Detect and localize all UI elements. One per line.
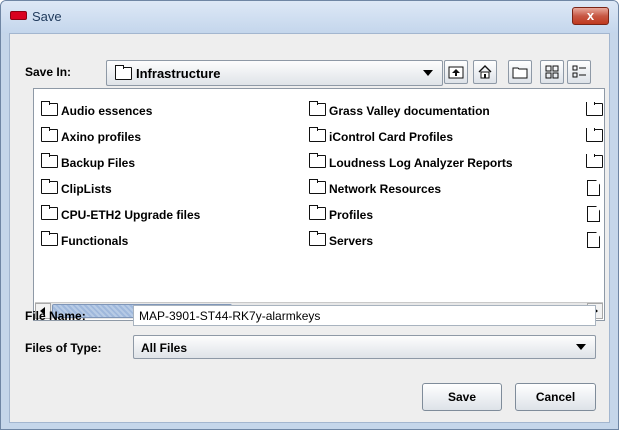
file-name: Backup Files xyxy=(61,156,136,170)
save-button[interactable]: Save xyxy=(422,383,502,411)
save-in-label: Save In: xyxy=(25,65,72,79)
chevron-down-icon xyxy=(576,344,586,350)
file-name: Network Resources xyxy=(329,182,442,196)
file-type-label: Files of Type: xyxy=(25,341,102,355)
folder-icon xyxy=(41,179,58,194)
document-icon xyxy=(587,180,600,196)
file-name: Profiles xyxy=(329,208,374,222)
file-type-dropdown[interactable]: All Files xyxy=(133,335,596,359)
home-icon xyxy=(478,65,492,79)
folder-icon xyxy=(586,154,603,168)
dialog-body: Save In: Infrastructure Audio essences A… xyxy=(9,33,610,423)
list-view-icon xyxy=(545,65,559,79)
folder-icon xyxy=(586,102,603,116)
new-folder-icon xyxy=(512,67,528,79)
save-in-value: Infrastructure xyxy=(136,66,221,81)
details-view-button[interactable] xyxy=(567,60,591,84)
folder-icon xyxy=(41,231,58,246)
file-name: Grass Valley documentation xyxy=(329,104,490,118)
app-icon xyxy=(10,11,27,20)
file-name: Functionals xyxy=(61,234,129,248)
cancel-button[interactable]: Cancel xyxy=(515,383,596,411)
folder-icon xyxy=(586,128,603,142)
title-bar[interactable]: Save x xyxy=(1,1,618,33)
file-name-input[interactable] xyxy=(133,305,596,326)
file-name: Servers xyxy=(329,234,374,248)
folder-icon xyxy=(41,153,58,168)
folder-icon xyxy=(309,205,326,220)
file-name: ClipLists xyxy=(61,182,112,196)
list-item-partial[interactable] xyxy=(586,102,603,120)
folder-icon xyxy=(41,101,58,116)
details-view-icon xyxy=(572,65,586,78)
home-button[interactable] xyxy=(473,60,497,84)
file-type-value: All Files xyxy=(141,341,188,355)
file-list[interactable]: Audio essences Axino profiles Backup Fil… xyxy=(33,88,605,321)
file-name: Loudness Log Analyzer Reports xyxy=(329,156,513,170)
save-dialog: Save x Save In: Infrastructure Audio ess… xyxy=(0,0,619,430)
document-icon xyxy=(587,232,600,248)
document-icon xyxy=(587,206,600,222)
list-item-partial[interactable] xyxy=(586,154,603,172)
folder-icon xyxy=(41,205,58,220)
folder-icon xyxy=(309,153,326,168)
folder-icon xyxy=(309,101,326,116)
file-name-label: File Name: xyxy=(25,309,86,323)
new-folder-button[interactable] xyxy=(508,60,532,84)
file-name: Audio essences xyxy=(61,104,153,118)
folder-icon xyxy=(309,231,326,246)
save-in-dropdown[interactable]: Infrastructure xyxy=(106,60,443,86)
up-folder-icon xyxy=(448,66,464,79)
list-item-partial[interactable] xyxy=(587,205,604,223)
list-item-partial[interactable] xyxy=(587,231,604,249)
file-name: iControl Card Profiles xyxy=(329,130,454,144)
file-name: Axino profiles xyxy=(61,130,142,144)
chevron-down-icon xyxy=(423,70,433,76)
list-item-partial[interactable] xyxy=(587,179,604,197)
file-name: CPU-ETH2 Upgrade files xyxy=(61,208,201,222)
folder-icon xyxy=(115,65,132,80)
up-one-level-button[interactable] xyxy=(444,60,468,84)
list-view-button[interactable] xyxy=(540,60,564,84)
window-title: Save xyxy=(32,9,62,24)
folder-icon xyxy=(309,127,326,142)
list-item-partial[interactable] xyxy=(586,128,603,146)
folder-icon xyxy=(309,179,326,194)
close-button[interactable]: x xyxy=(572,7,609,25)
folder-icon xyxy=(41,127,58,142)
